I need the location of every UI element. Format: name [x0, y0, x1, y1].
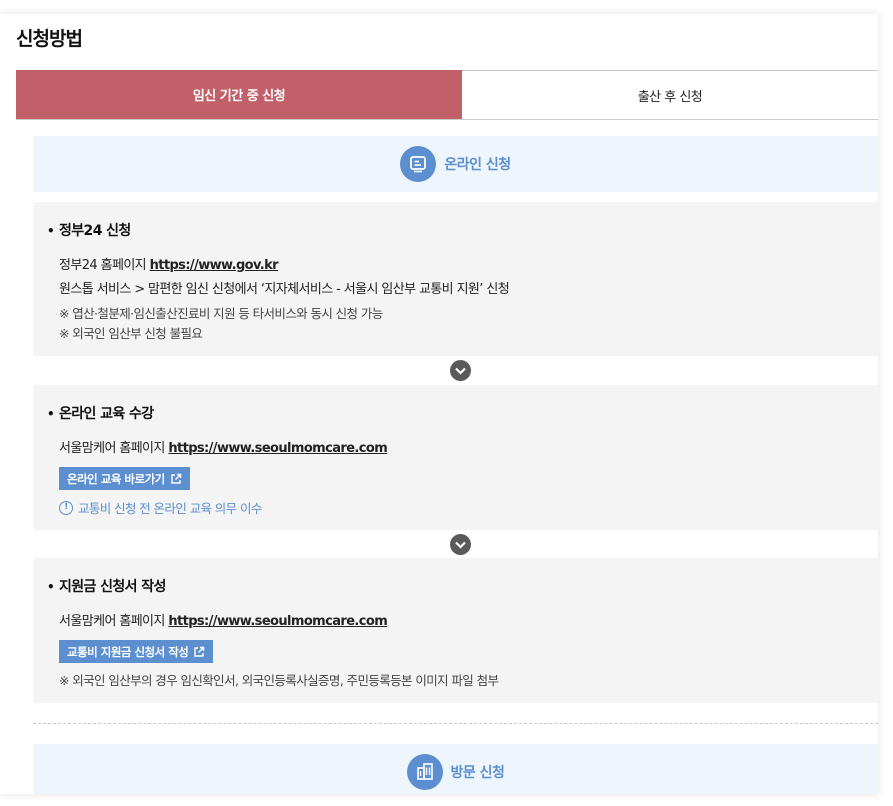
document-icon — [400, 146, 437, 182]
step-application-form: • 지원금 신청서 작성 서울맘케어 홈페이지 https://www.seoul… — [33, 558, 878, 703]
tab-after-birth[interactable]: 출산 후 신청 — [462, 70, 878, 119]
online-education-button[interactable]: 온라인 교육 바로가기 — [59, 467, 190, 490]
page-title: 신청방법 — [16, 28, 83, 50]
note-line: ※ 외국인 임산부의 경우 임신확인서, 외국인등록사실증명, 주민등록등본 이… — [59, 673, 499, 688]
note-line: ※ 엽산·철분제·임신출산진료비 지원 등 타서비스와 동시 신청 가능 — [59, 306, 383, 321]
note-line: ※ 외국인 임산부 신청 불필요 — [59, 326, 203, 341]
application-form-button[interactable]: 교통비 지원금 신청서 작성 — [59, 640, 214, 663]
building-icon — [406, 754, 443, 790]
tab-bar: 임신 기간 중 신청 출산 후 신청 — [16, 70, 878, 120]
online-application-header: 온라인 신청 — [33, 136, 878, 192]
info-icon: ! — [59, 500, 73, 515]
visit-application-header: 방문 신청 — [33, 744, 878, 794]
seoulmomcare-link[interactable]: https://www.seoulmomcare.com — [168, 441, 387, 456]
online-application-label: 온라인 신청 — [444, 157, 511, 173]
application-method-panel: 신청방법 임신 기간 중 신청 출산 후 신청 온라인 신청 • 정부24 신청 … — [0, 14, 878, 794]
section-divider — [33, 723, 878, 724]
service-path: 원스톱 서비스 > 맘편한 임신 신청에서 ‘지자체서비스 - 서울시 임산부 … — [59, 282, 510, 297]
step-title: • 온라인 교육 수강 — [47, 406, 154, 422]
homepage-line: 정부24 홈페이지 https://www.gov.kr — [59, 258, 279, 273]
education-info: ! 교통비 신청 전 온라인 교육 의무 이수 — [47, 498, 878, 517]
homepage-line: 서울맘케어 홈페이지 https://www.seoulmomcare.com — [59, 441, 388, 456]
external-link-icon — [171, 473, 181, 484]
external-link-icon — [194, 646, 205, 657]
tab-during-pregnancy[interactable]: 임신 기간 중 신청 — [16, 70, 462, 119]
chevron-down-icon — [450, 360, 471, 381]
gov24-link[interactable]: https://www.gov.kr — [150, 258, 279, 273]
visit-application-label: 방문 신청 — [450, 765, 505, 781]
step-title: • 지원금 신청서 작성 — [47, 579, 166, 595]
step-online-education: • 온라인 교육 수강 서울맘케어 홈페이지 https://www.seoulm… — [33, 385, 878, 530]
seoulmomcare-link[interactable]: https://www.seoulmomcare.com — [168, 614, 387, 629]
homepage-line: 서울맘케어 홈페이지 https://www.seoulmomcare.com — [59, 614, 388, 629]
step-title: • 정부24 신청 — [47, 223, 131, 239]
chevron-down-icon — [450, 534, 471, 555]
step-gov24: • 정부24 신청 정부24 홈페이지 https://www.gov.kr 원스… — [33, 202, 878, 356]
